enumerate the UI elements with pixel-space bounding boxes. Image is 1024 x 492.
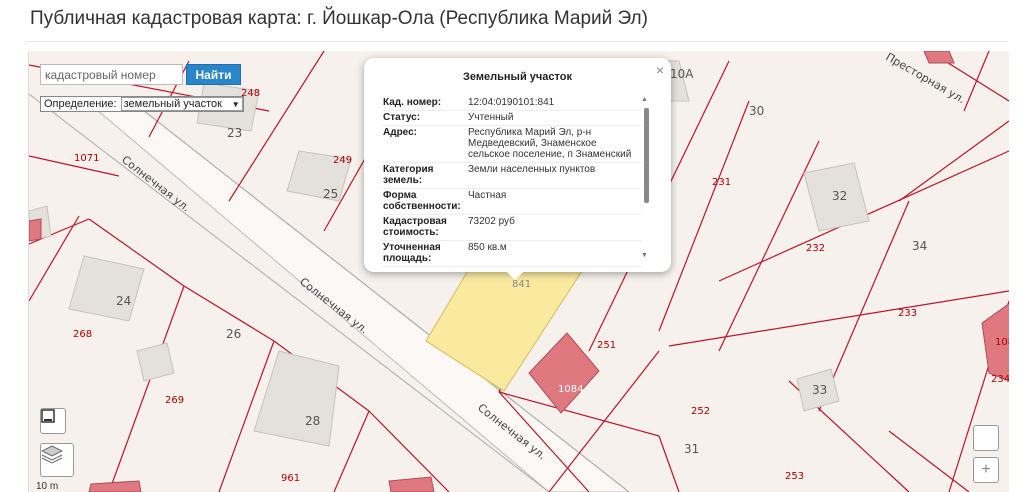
- lot-number: 961: [281, 473, 300, 484]
- popup-pointer: [506, 271, 524, 280]
- scroll-up-icon[interactable]: ▲: [641, 96, 648, 103]
- frame-icon: [41, 409, 55, 423]
- detail-value: 12:04:0190101:841: [468, 97, 555, 108]
- lot-number: 233: [898, 308, 917, 319]
- lot-number: 234: [991, 374, 1009, 385]
- definition-selected: земельный участок: [123, 98, 222, 110]
- lot-number: 841: [512, 279, 531, 290]
- detail-row: Категория земель: Земли населенных пункт…: [383, 163, 641, 189]
- house-number: 34: [912, 239, 927, 253]
- detail-value: 850 кв.м: [468, 242, 507, 253]
- scroll-down-icon[interactable]: ▼: [641, 252, 648, 259]
- building-red: [923, 51, 955, 64]
- detail-key: Кадастровая стоимость:: [383, 216, 447, 238]
- detail-key: Кад. номер:: [383, 97, 442, 108]
- zoom-in-button[interactable]: +: [973, 457, 999, 483]
- layers-icon: [41, 445, 63, 464]
- definition-label: Определение:: [44, 98, 117, 110]
- house-number: 28: [305, 414, 320, 428]
- lot-number: 1084: [558, 384, 583, 395]
- detail-key: Категория земель:: [383, 164, 434, 186]
- detail-value: Частная: [468, 190, 507, 201]
- detail-value: Республика Марий Эл, р-н Медведевский, З…: [468, 127, 632, 160]
- map-scale: 10 m: [36, 481, 59, 492]
- house-number: 24: [116, 294, 131, 308]
- detail-value: Земли населенных пунктов: [468, 164, 596, 175]
- lot-number: 248: [241, 88, 260, 99]
- layers-button[interactable]: [40, 443, 74, 477]
- popup-details: Кад. номер: 12:04:0190101:841 Статус: Уч…: [383, 96, 641, 267]
- find-button[interactable]: Найти: [186, 64, 241, 85]
- house-number: 30: [749, 104, 764, 118]
- lot-number: 1071: [74, 153, 99, 164]
- detail-row: Кад. номер: 12:04:0190101:841: [383, 96, 641, 111]
- definition-select[interactable]: земельный участок ▼: [120, 97, 243, 111]
- detail-row: Уточненная площадь: 850 кв.м: [383, 241, 641, 267]
- title-divider: [26, 41, 1008, 42]
- cadastral-number-input[interactable]: [40, 64, 183, 85]
- detail-row: Адрес: Республика Марий Эл, р-н Медведев…: [383, 126, 641, 163]
- lot-number: 253: [785, 471, 804, 482]
- lot-number: 232: [806, 243, 825, 254]
- lot-number: 108: [995, 337, 1009, 348]
- detail-key: Адрес:: [383, 127, 417, 138]
- street-name: Престорная ул.: [884, 51, 968, 106]
- popup-title: Земельный участок: [463, 71, 572, 83]
- building: [68, 255, 145, 322]
- building-red: [528, 332, 600, 414]
- detail-row: Статус: Учтенный: [383, 111, 641, 126]
- page-title: Публичная кадастровая карта: г. Йошкар-О…: [30, 8, 648, 29]
- building-red: [29, 218, 42, 242]
- detail-value: Учтенный: [468, 112, 514, 123]
- lot-number: 268: [73, 329, 92, 340]
- house-number: 31: [684, 442, 699, 456]
- popup-scrollbar[interactable]: [644, 108, 649, 203]
- detail-key: Уточненная площадь:: [383, 242, 441, 264]
- detail-value: 73202 руб: [468, 216, 515, 227]
- house-number: 32: [832, 189, 847, 203]
- chevron-down-icon: ▼: [231, 99, 240, 109]
- parcel-info-popup: Земельный участок × Кад. номер: 12:04:01…: [364, 58, 671, 272]
- building: [253, 350, 340, 447]
- building-red: [88, 480, 142, 492]
- building-red: [388, 476, 435, 492]
- lot-number: 269: [165, 395, 184, 406]
- detail-key: Статус:: [383, 112, 421, 123]
- detail-key: Форма собственности:: [383, 190, 461, 212]
- detail-row: Форма собственности: Частная: [383, 189, 641, 215]
- close-icon[interactable]: ×: [656, 62, 664, 78]
- building: [136, 342, 175, 382]
- map-control-button[interactable]: [973, 425, 999, 451]
- house-number: 10А: [670, 67, 694, 81]
- lot-number: 252: [691, 406, 710, 417]
- house-number: 33: [812, 383, 827, 397]
- definition-selector: Определение: земельный участок ▼: [40, 96, 244, 112]
- lot-number: 251: [597, 340, 616, 351]
- house-number: 23: [227, 126, 242, 140]
- detail-row: Кадастровая стоимость: 73202 руб: [383, 215, 641, 241]
- fullscreen-button[interactable]: [40, 408, 66, 434]
- lot-number: 231: [712, 177, 731, 188]
- house-number: 26: [226, 327, 241, 341]
- house-number: 25: [323, 187, 338, 201]
- lot-number: 249: [333, 155, 352, 166]
